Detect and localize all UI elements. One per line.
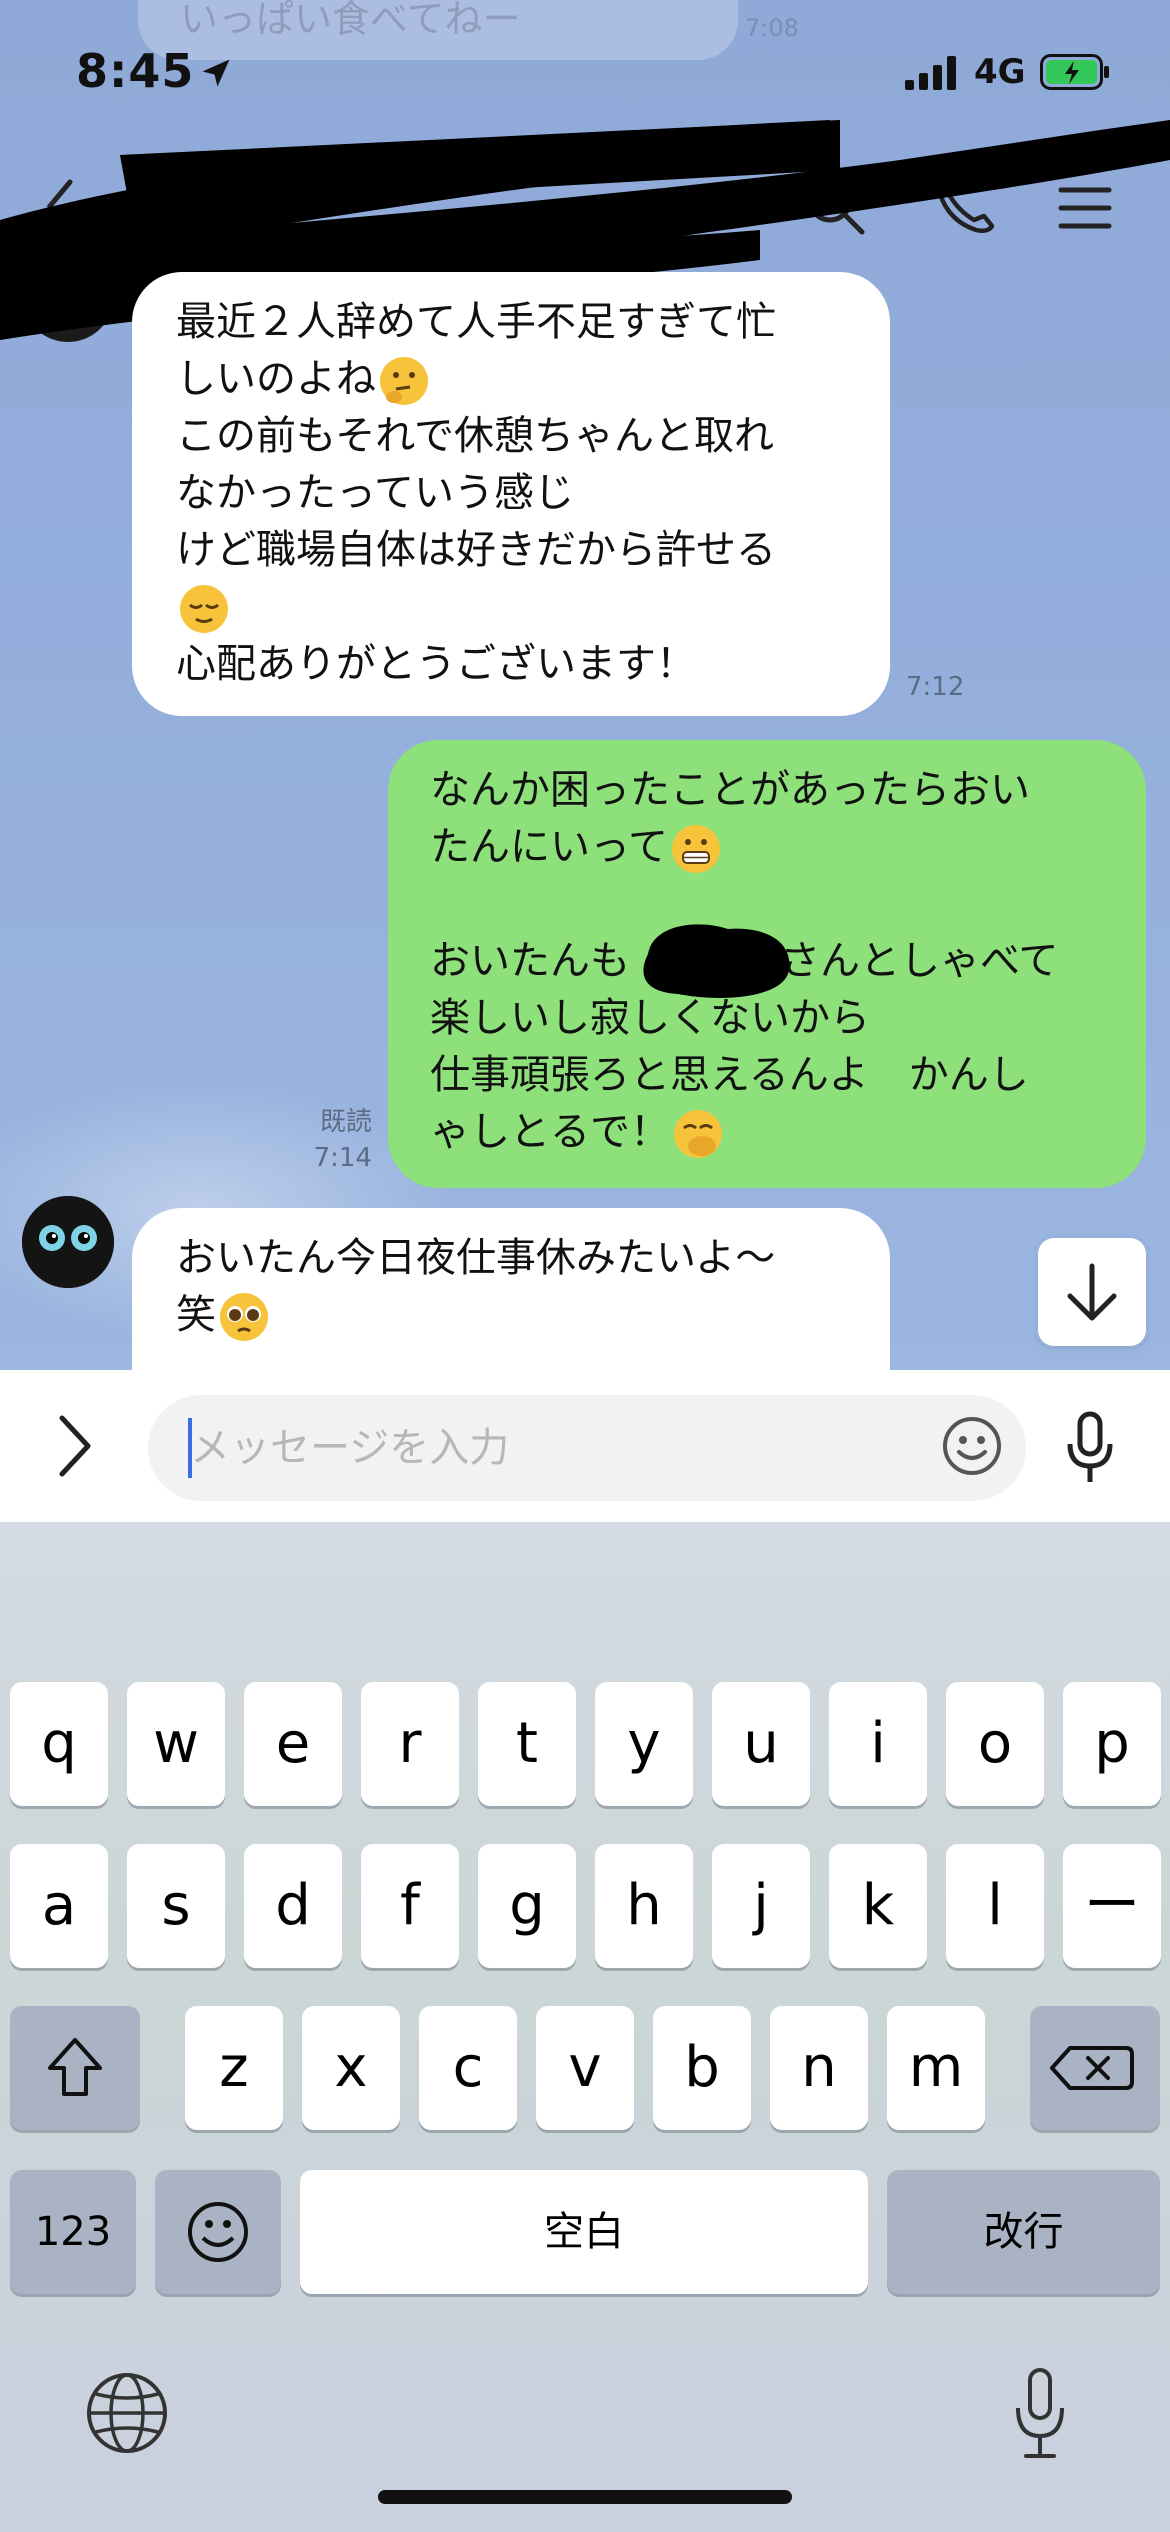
network-type: 4G <box>974 52 1026 92</box>
return-key[interactable]: 改行 <box>887 2170 1160 2294</box>
message-line: おいたんも <box>430 938 630 984</box>
key-m[interactable]: m <box>887 2006 985 2130</box>
home-indicator[interactable] <box>378 2490 792 2504</box>
key-y[interactable]: y <box>595 1682 693 1806</box>
key-i[interactable]: i <box>829 1682 927 1806</box>
hand-over-mouth-emoji-icon <box>674 1110 722 1158</box>
key-t[interactable]: t <box>478 1682 576 1806</box>
battery-charging-icon <box>1040 54 1109 90</box>
key-r[interactable]: r <box>361 1682 459 1806</box>
relieved-face-emoji-icon <box>180 585 228 633</box>
redaction-blot <box>643 924 790 998</box>
shift-arrow-icon <box>48 2038 102 2096</box>
space-key[interactable]: 空白 <box>300 2170 868 2294</box>
emoji-key[interactable] <box>155 2170 281 2294</box>
key-z[interactable]: z <box>185 2006 283 2130</box>
key-u[interactable]: u <box>712 1682 810 1806</box>
key-f[interactable]: f <box>361 1844 459 1968</box>
key-k[interactable]: k <box>829 1844 927 1968</box>
cellular-signal-icon <box>905 56 956 90</box>
message-line: 笑 <box>176 1292 216 1338</box>
message-line: たんにいって <box>430 824 668 870</box>
arrow-down-icon <box>1067 1263 1117 1321</box>
location-arrow-icon <box>202 59 230 87</box>
thinking-face-emoji-icon <box>380 357 428 405</box>
message-line: なかったっていう感じ <box>176 470 574 516</box>
scroll-to-bottom-button[interactable] <box>1038 1238 1146 1346</box>
emoji-picker-icon[interactable] <box>940 1414 1004 1478</box>
expand-chevron-icon[interactable] <box>54 1412 94 1480</box>
message-time: 7:12 <box>906 672 965 702</box>
key-h[interactable]: h <box>595 1844 693 1968</box>
voice-input-icon[interactable] <box>1060 1408 1120 1488</box>
key-c[interactable]: c <box>419 2006 517 2130</box>
contact-avatar[interactable] <box>22 1196 114 1288</box>
emoji-keyboard-icon <box>188 2202 248 2262</box>
keyboard: q w e r t y u i o p a s d f g h j k l ー … <box>0 1522 1170 2532</box>
incoming-message-bubble[interactable]: 最近２人辞めて人手不足すぎて忙 しいのよね この前もそれで休憩ちゃんと取れ なか… <box>132 272 890 716</box>
key-o[interactable]: o <box>946 1682 1044 1806</box>
black-cat-avatar-icon <box>22 1196 114 1288</box>
key-b[interactable]: b <box>653 2006 751 2130</box>
grimacing-face-emoji-icon <box>672 825 720 873</box>
key-q[interactable]: q <box>10 1682 108 1806</box>
key-s[interactable]: s <box>127 1844 225 1968</box>
message-line: しいのよね <box>176 356 376 402</box>
message-line: 心配ありがとうございます！ <box>176 641 696 687</box>
message-line: 仕事頑張ろと思えるんよ かんし <box>430 1052 1029 1098</box>
key-e[interactable]: e <box>244 1682 342 1806</box>
key-p[interactable]: p <box>1063 1682 1161 1806</box>
key-j[interactable]: j <box>712 1844 810 1968</box>
dictation-mic-icon[interactable] <box>1010 2366 1070 2462</box>
message-line: この前もそれで休憩ちゃんと取れ <box>176 413 774 459</box>
delete-key[interactable] <box>1030 2006 1160 2130</box>
shift-key[interactable] <box>10 2006 140 2130</box>
backspace-icon <box>1050 2046 1134 2090</box>
message-line: おいたん今日夜仕事休みたいよ〜 <box>176 1235 776 1281</box>
key-l[interactable]: l <box>946 1844 1044 1968</box>
message-line: さんとしゃべて <box>780 938 1059 984</box>
pleading-face-emoji-icon <box>220 1293 268 1341</box>
message-line: ゃしとるで！ <box>430 1109 670 1155</box>
key-long-dash[interactable]: ー <box>1063 1844 1161 1968</box>
numbers-key[interactable]: 123 <box>10 2170 136 2294</box>
key-x[interactable]: x <box>302 2006 400 2130</box>
key-g[interactable]: g <box>478 1844 576 1968</box>
key-a[interactable]: a <box>10 1844 108 1968</box>
message-line: なんか困ったことがあったらおい <box>430 767 1030 813</box>
read-receipt: 既読 7:14 <box>313 1107 372 1173</box>
key-n[interactable]: n <box>770 2006 868 2130</box>
status-time: 8:45 <box>76 44 195 98</box>
message-line: けど職場自体は好きだから許せる <box>176 527 776 573</box>
message-input[interactable]: メッセージを入力 <box>148 1395 1026 1501</box>
key-d[interactable]: d <box>244 1844 342 1968</box>
key-v[interactable]: v <box>536 2006 634 2130</box>
globe-icon[interactable] <box>84 2370 170 2456</box>
key-w[interactable]: w <box>127 1682 225 1806</box>
message-line: 最近２人辞めて人手不足すぎて忙 <box>176 299 776 345</box>
text-caret <box>188 1418 192 1478</box>
